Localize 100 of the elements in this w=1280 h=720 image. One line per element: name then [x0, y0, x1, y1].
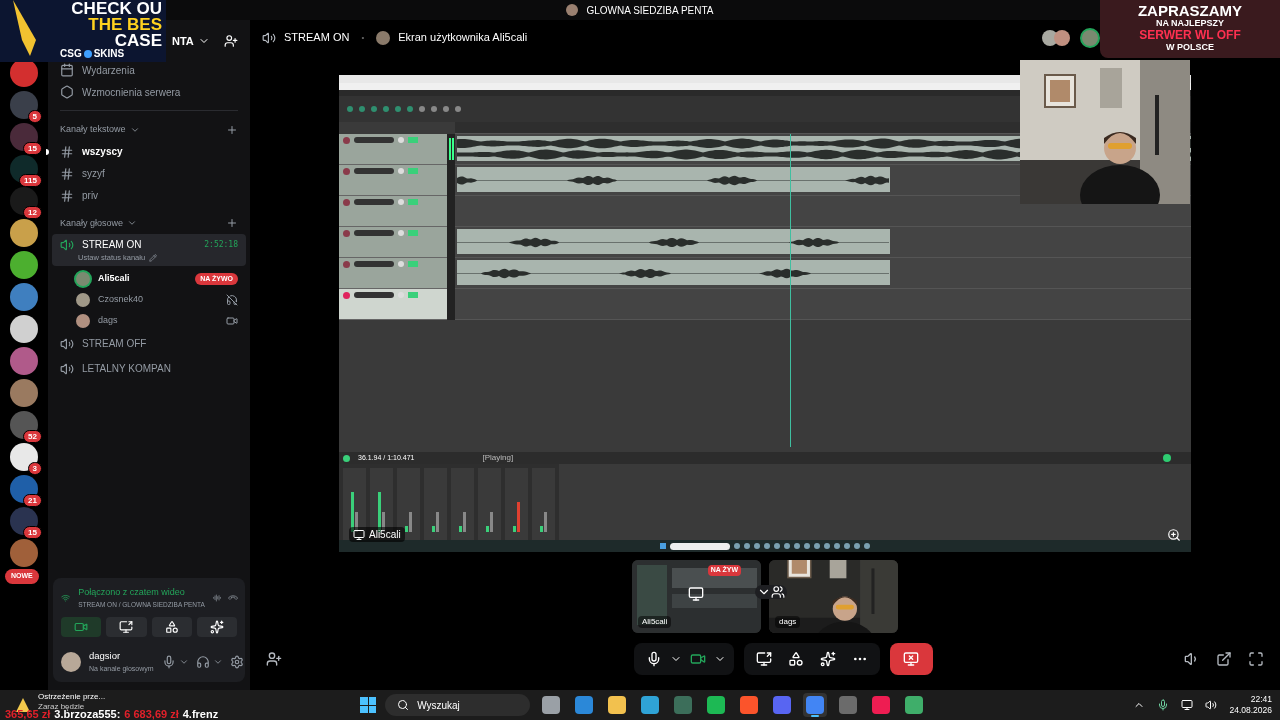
clock-time[interactable]: 22:41 [1250, 694, 1272, 705]
promo-text: SERWER WL OFF [1139, 29, 1241, 41]
track-header[interactable] [339, 289, 447, 320]
record-monitor-icon [1163, 454, 1171, 462]
server-name[interactable]: NTA [172, 32, 194, 50]
settings-icon[interactable] [229, 654, 244, 669]
volume-icon[interactable] [1205, 699, 1218, 711]
category-label[interactable]: Kanały głosowe [60, 216, 124, 230]
monitor-icon [688, 586, 704, 602]
username: dagsior [89, 649, 122, 664]
server-icon[interactable] [10, 91, 38, 119]
speaker-icon [60, 237, 74, 252]
screen-icon [119, 620, 134, 635]
ticker-text: 3.brzoza555: [54, 709, 121, 720]
widget-title[interactable]: Ostrzeżenie prze... [38, 692, 106, 702]
channel-name[interactable]: syzyf [82, 166, 105, 181]
server-icon[interactable] [10, 187, 38, 215]
ticker-text: 365,65 zł [5, 709, 51, 720]
participants-icon[interactable] [771, 585, 785, 599]
member-name[interactable]: Czosnek40 [98, 293, 144, 307]
voice-channel[interactable]: LETALNY KOMPAN [52, 358, 246, 380]
channel-name[interactable]: priv [82, 188, 99, 203]
user-avatar [1042, 29, 1058, 46]
invite-icon[interactable] [224, 34, 238, 48]
calendar-icon [60, 63, 74, 77]
track-header[interactable] [339, 227, 447, 258]
play-icon[interactable] [343, 454, 350, 462]
server-icon[interactable] [10, 475, 38, 503]
server-icon[interactable] [10, 507, 38, 535]
user-avatar [76, 292, 90, 307]
search-icon [397, 699, 410, 711]
ticker-text: 6 683,69 zł [124, 709, 179, 720]
activities-icon[interactable] [787, 651, 804, 667]
add-channel-icon[interactable] [226, 123, 238, 136]
activities-button[interactable] [151, 617, 192, 638]
promo-text: CASE [114, 33, 162, 49]
screen-share-icon[interactable] [755, 651, 772, 667]
channel-name[interactable]: wszyscy [82, 144, 123, 159]
fullscreen-icon[interactable] [1248, 651, 1264, 667]
stop-stream-button[interactable] [889, 643, 933, 675]
track-header[interactable] [339, 196, 447, 227]
soundboard-button[interactable] [196, 617, 237, 638]
user-avatar [1082, 29, 1098, 46]
zoom-icon[interactable] [1167, 528, 1181, 542]
microphone-icon[interactable] [161, 654, 176, 669]
popout-icon[interactable] [1216, 651, 1232, 667]
tile-label: dags [775, 616, 801, 628]
audio-clip[interactable] [457, 229, 890, 254]
boost-icon [60, 85, 74, 99]
windows-start-icon[interactable] [360, 697, 377, 713]
track-header[interactable] [339, 258, 447, 289]
stream-title: Ekran użytkownika Ali5cali [398, 30, 528, 46]
monitor-icon [353, 528, 365, 541]
hash-icon [60, 144, 74, 159]
search-field[interactable]: Wyszukaj [385, 694, 531, 716]
promo-text: THE BES [88, 17, 162, 33]
channel-title: STREAM ON [284, 30, 350, 46]
promo-text: NA NAJLEPSZY [1155, 17, 1225, 29]
network-icon[interactable] [1181, 699, 1194, 711]
channel-name: STREAM ON [82, 238, 142, 252]
brand-logo-icon [83, 50, 92, 58]
invite-icon[interactable] [266, 651, 282, 667]
server-icon[interactable] [10, 315, 38, 343]
server-icon[interactable] [10, 411, 38, 439]
deafened-icon [226, 293, 238, 306]
clock-date[interactable]: 24.08.2026 [1229, 705, 1272, 716]
promo-text: CHECK OU [71, 1, 162, 17]
server-icon[interactable] [10, 219, 38, 247]
member-name[interactable]: dags [98, 314, 118, 328]
sidebar-link[interactable]: Wzmocnienia serwera [82, 84, 181, 100]
user-avatar [376, 30, 391, 45]
connection-status: Połączono z czatem wideo [78, 586, 186, 599]
screen-button[interactable] [106, 617, 147, 638]
track-header[interactable] [339, 165, 447, 196]
speaker-icon [60, 336, 74, 351]
microphone-icon[interactable] [1157, 699, 1170, 711]
activities-icon [164, 620, 179, 635]
soundboard-icon[interactable] [819, 651, 836, 667]
server-icon[interactable] [10, 251, 38, 279]
unread-count: 52 [23, 430, 42, 443]
add-channel-icon[interactable] [226, 217, 238, 230]
camera-button[interactable] [61, 617, 102, 638]
weather-icon[interactable] [16, 698, 30, 712]
soundboard-icon [209, 620, 224, 635]
ticker-text: 4.frenz [182, 709, 219, 720]
member-name[interactable]: Ali5cali [98, 272, 130, 286]
promo-text: ZAPRASZAMY [1137, 5, 1243, 17]
promo-text: W POLSCE [1166, 41, 1214, 53]
track-header[interactable] [339, 134, 447, 165]
video-tile[interactable]: dags [769, 560, 898, 633]
unread-count: 12 [23, 206, 42, 219]
audio-clip[interactable] [457, 260, 890, 285]
camera-icon [226, 314, 238, 327]
audio-clip[interactable] [457, 167, 890, 192]
server-icon[interactable] [10, 123, 38, 151]
headphones-icon[interactable] [195, 654, 210, 669]
sidebar-link[interactable]: Wydarzenia [82, 62, 135, 78]
server-icon[interactable] [10, 443, 38, 471]
voice-channel[interactable]: STREAM OFF [52, 333, 246, 355]
category-label[interactable]: Kanały tekstowe [60, 123, 126, 137]
